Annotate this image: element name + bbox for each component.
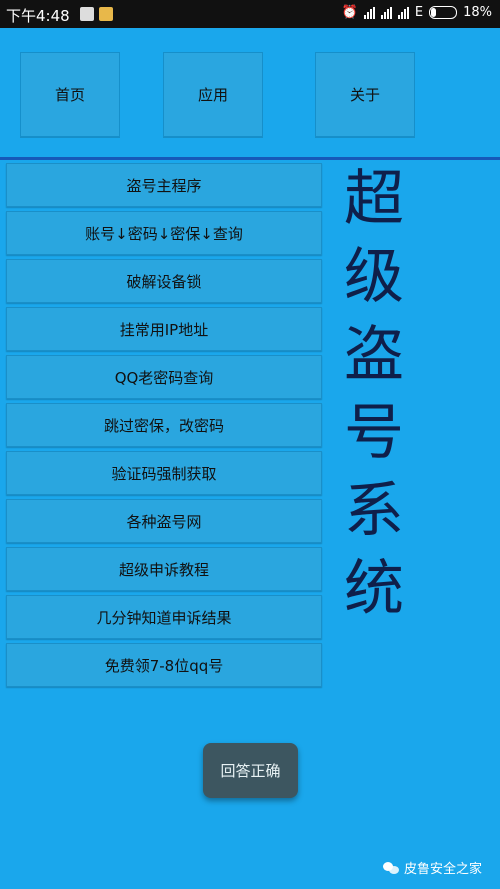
menu-item-captcha[interactable]: 验证码强制获取 — [6, 451, 322, 495]
page-title: 超级盗号系统 — [344, 164, 404, 624]
signal-icon — [380, 6, 392, 19]
home-button[interactable]: 首页 — [20, 52, 120, 137]
wechat-icon — [382, 861, 399, 874]
apps-button[interactable]: 应用 — [163, 52, 263, 137]
signal-icon — [363, 6, 375, 19]
menu-list: 盗号主程序 账号↓密码↓密保↓查询 破解设备锁 挂常用IP地址 QQ老密码查询 … — [6, 163, 322, 691]
menu-item-sites[interactable]: 各种盗号网 — [6, 499, 322, 543]
menu-item-skip-security[interactable]: 跳过密保，改密码 — [6, 403, 322, 447]
alarm-icon: ⏰ — [341, 5, 358, 20]
battery-icon — [429, 6, 458, 19]
menu-item-crack-device-lock[interactable]: 破解设备锁 — [6, 259, 322, 303]
divider — [0, 157, 500, 160]
watermark-text: 皮鲁安全之家 — [403, 862, 482, 877]
status-icons: ⏰ E 18% — [342, 5, 492, 20]
signal-icon — [397, 6, 409, 19]
network-type-label: E — [414, 5, 424, 20]
menu-item-old-password[interactable]: QQ老密码查询 — [6, 355, 322, 399]
menu-item-free-qq[interactable]: 免费领7-8位qq号 — [6, 643, 322, 687]
status-bar: 下午4:48 ⏰ E 18% — [0, 0, 500, 28]
menu-item-ip-address[interactable]: 挂常用IP地址 — [6, 307, 322, 351]
status-time: 下午4:48 — [6, 7, 70, 25]
about-button[interactable]: 关于 — [315, 52, 415, 137]
answer-correct-button[interactable]: 回答正确 — [203, 743, 298, 798]
menu-item-main-program[interactable]: 盗号主程序 — [6, 163, 322, 207]
menu-item-appeal-result[interactable]: 几分钟知道申诉结果 — [6, 595, 322, 639]
notification-icon — [99, 7, 113, 21]
watermark: 皮鲁安全之家 — [382, 858, 482, 877]
menu-item-account-query[interactable]: 账号↓密码↓密保↓查询 — [6, 211, 322, 255]
menu-item-appeal-tutorial[interactable]: 超级申诉教程 — [6, 547, 322, 591]
battery-percent: 18% — [463, 5, 492, 20]
notification-icon — [80, 7, 94, 21]
